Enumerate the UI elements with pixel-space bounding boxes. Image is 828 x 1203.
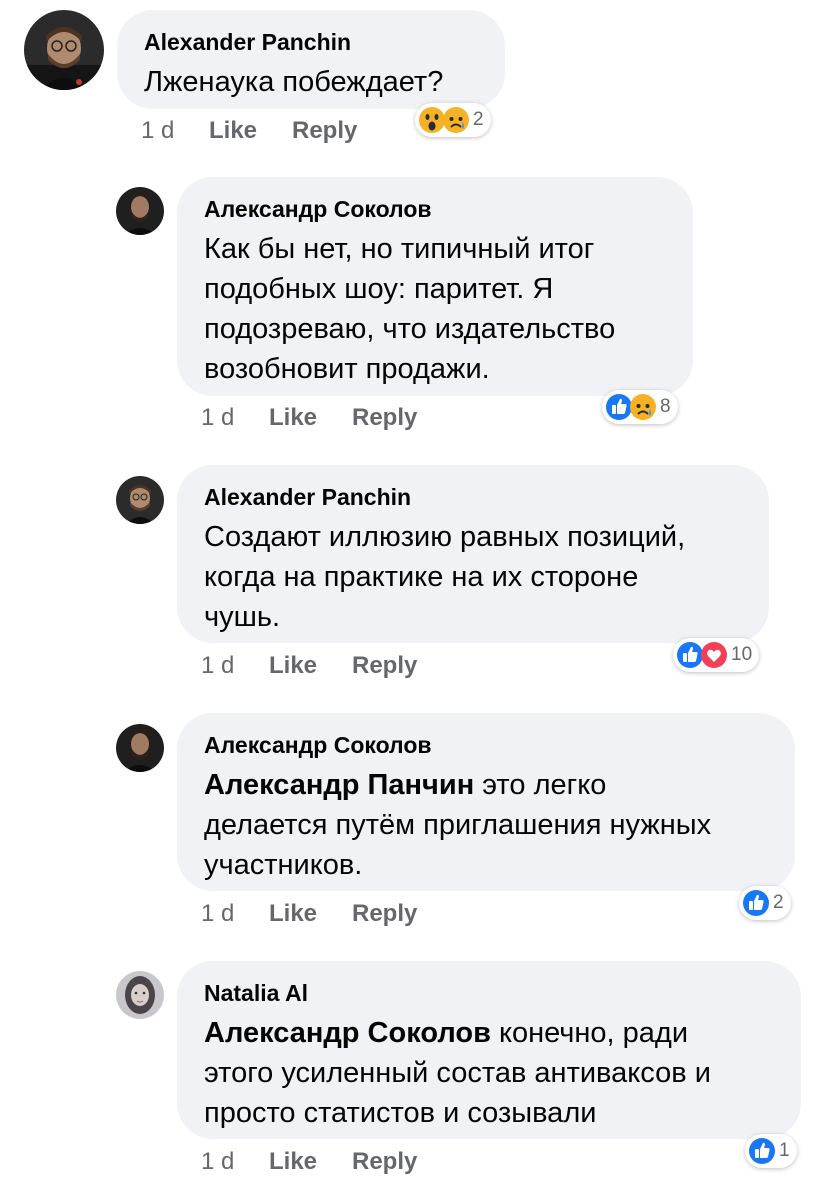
like-reaction-icon [742,889,770,917]
like-reaction-icon [748,1137,776,1165]
comment-text: Создают иллюзию равных позиций, когда на… [204,517,741,637]
comment-author[interactable]: Александр Соколов [204,731,767,759]
comment-time[interactable]: 1 d [201,404,234,432]
like-button[interactable]: Like [269,900,317,928]
love-reaction-icon [700,641,728,669]
reaction-summary[interactable]: 10 [673,638,760,672]
reaction-count: 2 [473,109,484,130]
reply-button[interactable]: Reply [352,404,417,432]
comment-time[interactable]: 1 d [201,652,234,680]
comment-text-fragment: конечно, ради [490,1017,689,1049]
reaction-count: 10 [731,644,753,665]
comment-text-line: возобновит продажи. [204,353,490,385]
comment-author[interactable]: Natalia Al [204,979,773,1007]
avatar[interactable] [116,187,164,235]
reaction-summary[interactable]: 1 [745,1134,797,1168]
reaction-count: 1 [779,1140,790,1161]
reaction-count: 2 [773,892,784,913]
reply-button[interactable]: Reply [352,1148,417,1176]
reaction-summary[interactable]: 2 [415,103,491,137]
like-button[interactable]: Like [269,652,317,680]
comment-author[interactable]: Александр Соколов [204,195,665,223]
like-button[interactable]: Like [269,1148,317,1176]
reaction-count: 8 [660,396,671,417]
reply-button[interactable]: Reply [352,652,417,680]
reaction-summary[interactable]: 8 [602,390,678,424]
avatar[interactable] [24,10,104,90]
like-button[interactable]: Like [269,404,317,432]
comment-text-fragment: это легко [474,769,607,801]
like-button[interactable]: Like [209,117,257,145]
comment-actions: 1 d Like Reply [201,404,501,434]
sad-reaction-icon [442,106,470,134]
comment-text-line: этого усиленный состав антиваксов и [204,1057,711,1089]
comment-bubble: Александр Соколов Как бы нет, но типичны… [177,177,693,396]
reply-button[interactable]: Reply [352,900,417,928]
comment-text-line: подозреваю, что издательство [204,313,616,345]
comment-bubble: Alexander Panchin Лженаука побеждает? [117,10,505,109]
avatar[interactable] [116,971,164,1019]
mention-link[interactable]: Александр Соколов [204,1017,491,1049]
comment-actions: 1 d Like Reply [201,652,501,682]
comment-actions: 1 d Like Reply [141,117,441,147]
comment-bubble: Александр Соколов Александр Панчин это л… [177,713,795,891]
comment-time[interactable]: 1 d [141,117,174,145]
sad-reaction-icon [629,393,657,421]
comment-text-line: Как бы нет, но типичный итог [204,233,595,265]
comment-text: Лженаука побеждает? [144,62,477,102]
mention-link[interactable]: Александр Панчин [204,769,474,801]
comment-text-line: когда на практике на их стороне [204,561,639,593]
comment-text-line: делается путём приглашения нужных [204,809,712,841]
comment-bubble: Natalia Al Александр Соколов конечно, ра… [177,961,801,1139]
comment-text-line: Лженаука побеждает? [144,66,444,98]
comment-text-line: участников. [204,849,363,881]
comment-text-line: Александр Панчин это легко [204,765,767,805]
comment-time[interactable]: 1 d [201,900,234,928]
comment-author[interactable]: Alexander Panchin [144,28,477,56]
comment-text: Александр Панчин это легко делается путё… [204,765,767,885]
comment-actions: 1 d Like Reply [201,900,501,930]
comment-actions: 1 d Like Reply [201,1148,501,1178]
comment-text-line: чушь. [204,601,281,633]
comment-text-line: Александр Соколов конечно, ради [204,1013,773,1053]
comment-bubble: Alexander Panchin Создают иллюзию равных… [177,465,769,643]
comment-text: Как бы нет, но типичный итог подобных шо… [204,229,665,389]
comment-text-line: просто статистов и созывали [204,1097,597,1129]
comment-text-line: Создают иллюзию равных позиций, [204,521,686,553]
comment-text: Александр Соколов конечно, ради этого ус… [204,1013,773,1133]
avatar[interactable] [116,724,164,772]
comment-author[interactable]: Alexander Panchin [204,483,741,511]
avatar[interactable] [116,476,164,524]
reply-button[interactable]: Reply [292,117,357,145]
comment-time[interactable]: 1 d [201,1148,234,1176]
reaction-summary[interactable]: 2 [739,886,791,920]
comment-text-line: подобных шоу: паритет. Я [204,273,554,305]
